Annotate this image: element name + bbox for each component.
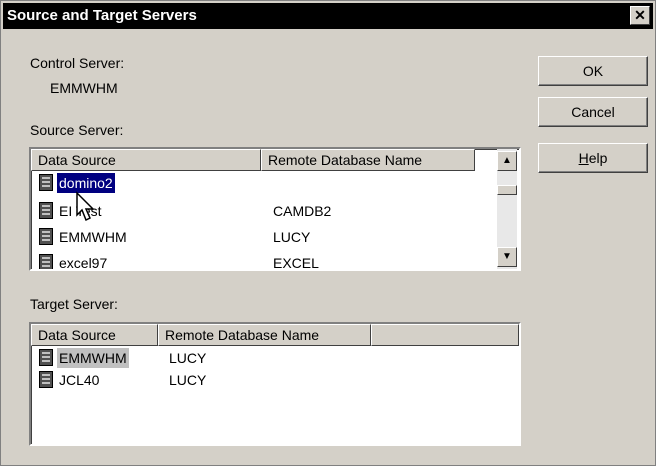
database-icon xyxy=(39,202,53,219)
database-icon xyxy=(39,371,53,388)
source-target-dialog: Source and Target Servers ✕ Control Serv… xyxy=(0,0,656,466)
close-button[interactable]: ✕ xyxy=(630,6,650,25)
target-row-remote-db: LUCY xyxy=(169,372,207,388)
dialog-title: Source and Target Servers xyxy=(7,7,197,24)
list-item[interactable]: JCL40 LUCY xyxy=(31,370,519,390)
database-icon xyxy=(39,254,53,269)
scroll-up-button[interactable]: ▲ xyxy=(497,151,517,171)
close-icon: ✕ xyxy=(634,7,646,23)
scroll-thumb[interactable] xyxy=(497,185,517,195)
source-row-remote-db: CAMDB2 xyxy=(273,203,332,219)
target-server-list[interactable]: Data Source Remote Database Name EMMWHM … xyxy=(29,322,521,446)
list-item[interactable]: domino2 xyxy=(31,173,497,193)
arrow-down-icon: ▼ xyxy=(502,251,512,262)
help-mnemonic: H xyxy=(578,150,589,166)
source-scrollbar[interactable]: ▲ ▼ xyxy=(497,149,517,269)
cancel-button[interactable]: Cancel xyxy=(538,97,648,127)
database-icon xyxy=(39,349,53,366)
title-bar: Source and Target Servers ✕ xyxy=(3,3,653,29)
target-col-remote-db[interactable]: Remote Database Name xyxy=(158,324,371,346)
mouse-pointer-icon xyxy=(76,191,95,222)
target-row-remote-db: LUCY xyxy=(169,350,207,366)
source-row-data-source: excel97 xyxy=(59,255,108,271)
target-row-data-source: JCL40 xyxy=(59,372,100,388)
database-icon xyxy=(39,228,53,245)
database-icon xyxy=(39,174,53,191)
source-server-label: Source Server: xyxy=(30,122,124,138)
target-col-data-source[interactable]: Data Source xyxy=(31,324,158,346)
arrow-up-icon: ▲ xyxy=(502,155,512,166)
source-col-remote-db[interactable]: Remote Database Name xyxy=(261,149,475,171)
source-row-remote-db: LUCY xyxy=(273,229,311,245)
control-server-label: Control Server: xyxy=(30,55,125,71)
help-button[interactable]: Help xyxy=(538,143,648,173)
target-col-empty xyxy=(371,324,519,346)
target-row-data-source: EMMWHM xyxy=(57,348,129,368)
help-label-rest: elp xyxy=(588,150,608,166)
source-row-data-source: domino2 xyxy=(57,173,115,193)
list-item[interactable]: EMMWHM LUCY xyxy=(31,227,497,247)
control-server-value: EMMWHM xyxy=(50,80,118,96)
target-server-label: Target Server: xyxy=(30,296,118,312)
list-item[interactable]: EMMWHM LUCY xyxy=(31,348,519,368)
scroll-down-button[interactable]: ▼ xyxy=(497,247,517,267)
source-row-remote-db: EXCEL xyxy=(273,255,319,271)
source-col-data-source[interactable]: Data Source xyxy=(31,149,261,171)
ok-button[interactable]: OK xyxy=(538,56,648,86)
source-row-data-source: EMMWHM xyxy=(59,229,127,245)
source-server-list[interactable]: Data Source Remote Database Name domino2… xyxy=(29,147,521,271)
list-item[interactable]: excel97 EXCEL xyxy=(31,253,497,271)
